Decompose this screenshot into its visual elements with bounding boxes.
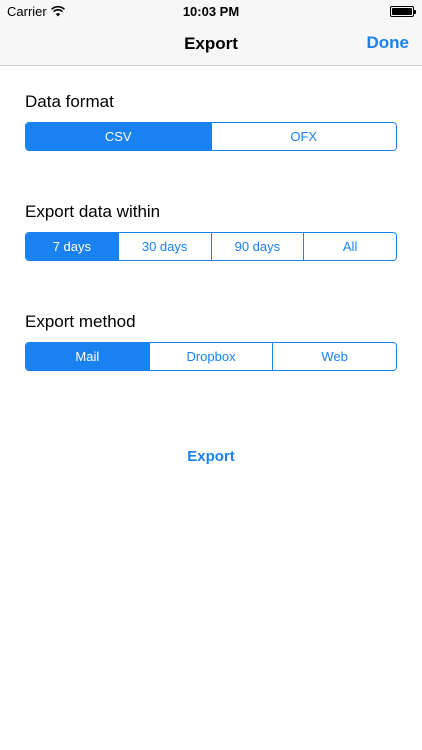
segment-web[interactable]: Web — [273, 343, 396, 370]
done-button[interactable]: Done — [367, 33, 410, 53]
segment-ofx[interactable]: OFX — [211, 123, 396, 150]
export-button[interactable]: Export — [0, 448, 422, 465]
segment-dropbox[interactable]: Dropbox — [149, 343, 274, 370]
status-bar: Carrier 10:03 PM — [0, 0, 422, 24]
export-within-label: Export data within — [25, 202, 161, 221]
export-method-label: Export method — [25, 312, 136, 331]
status-time: 10:03 PM — [182, 4, 240, 19]
navigation-bar: Export Done — [0, 24, 422, 66]
segment-mail[interactable]: Mail — [26, 343, 150, 370]
segment-90-days[interactable]: 90 days — [211, 233, 305, 260]
page-title: Export — [184, 34, 238, 53]
data-format-control: CSV OFX — [25, 122, 397, 151]
segment-csv[interactable]: CSV — [26, 123, 212, 150]
export-within-control: 7 days 30 days 90 days All — [25, 232, 397, 261]
segment-30-days[interactable]: 30 days — [118, 233, 212, 260]
battery-icon — [390, 6, 416, 17]
segment-7-days[interactable]: 7 days — [26, 233, 119, 260]
battery-fill — [392, 8, 412, 15]
data-format-label: Data format — [25, 92, 114, 111]
segment-all[interactable]: All — [304, 233, 396, 260]
export-method-control: Mail Dropbox Web — [25, 342, 397, 371]
